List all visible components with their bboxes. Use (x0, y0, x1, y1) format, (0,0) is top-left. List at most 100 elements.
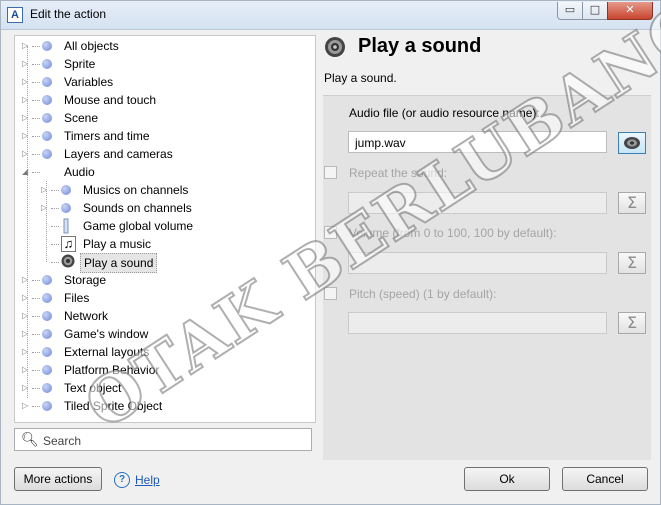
tree-connector (32, 334, 40, 335)
tree-item-label: Scene (64, 111, 99, 125)
tree-connector (32, 352, 40, 353)
tree-item[interactable]: ▷ Network (22, 307, 305, 325)
more-actions-button[interactable]: More actions (14, 467, 102, 491)
tree-item[interactable]: ▷ Layers and cameras (22, 145, 305, 163)
help-link[interactable]: Help (135, 473, 160, 487)
bullet-icon (42, 347, 52, 357)
window-title: Edit the action (30, 7, 107, 21)
maximize-icon: □ (589, 3, 601, 16)
pitch-expression-button[interactable]: Σ (618, 312, 646, 334)
tree-item[interactable]: ▷ External layouts (22, 343, 305, 361)
tree-connector (32, 370, 40, 371)
tree-item-label: Files (64, 291, 90, 305)
tree-item-label: Layers and cameras (64, 147, 173, 161)
bullet-icon (42, 401, 52, 411)
tree-connector (32, 172, 40, 173)
tree-item[interactable]: ▷ Musics on channels (41, 181, 305, 199)
sigma-icon: Σ (626, 253, 638, 272)
tree-item[interactable]: ▷ Scene (22, 109, 305, 127)
pitch-checkbox[interactable] (324, 287, 337, 300)
bullet-icon (42, 383, 52, 393)
tree-connector (46, 181, 47, 262)
tree-item[interactable]: ▷ Variables (22, 73, 305, 91)
tree-item-label: Text object (64, 381, 122, 395)
audio-file-input[interactable] (353, 133, 597, 153)
volume-expression-button[interactable]: Σ (618, 252, 646, 274)
sigma-icon: Σ (626, 313, 638, 332)
speaker-icon (61, 254, 75, 272)
title-bar[interactable]: A Edit the action ▭ □ ✕ (1, 1, 660, 30)
tree-item[interactable]: ▷ Mouse and touch (22, 91, 305, 109)
tree-connector (32, 100, 40, 101)
close-button[interactable]: ✕ (607, 2, 653, 20)
tree-connector (32, 280, 40, 281)
help-icon[interactable]: ? (114, 472, 130, 488)
tree-item-label: Platform Behavior (64, 363, 160, 377)
tree-item-label: All objects (64, 39, 119, 53)
repeat-expression-button[interactable]: Σ (618, 192, 646, 214)
tree-item-label: Game's window (64, 327, 149, 341)
tree-connector (32, 64, 40, 65)
cancel-button[interactable]: Cancel (562, 467, 648, 491)
tree-item-label: Musics on channels (83, 183, 189, 197)
tree-connector (51, 208, 59, 209)
bullet-icon (42, 59, 52, 69)
tree-item[interactable]: ▷ Timers and time (22, 127, 305, 145)
tree-item-label: Timers and time (64, 129, 150, 143)
tree-connector (32, 82, 40, 83)
bullet-icon (61, 185, 71, 195)
tree-item-label: Mouse and touch (64, 93, 157, 107)
search-icon: 🔍︎ (21, 432, 39, 448)
choose-audio-button[interactable] (618, 132, 646, 154)
tree-item[interactable]: ▷ Platform Behavior (22, 361, 305, 379)
maximize-button[interactable]: □ (582, 2, 608, 20)
tree-item-label: Network (64, 309, 109, 323)
tree-connector (32, 298, 40, 299)
repeat-field[interactable] (348, 192, 607, 214)
ok-button[interactable]: Ok (464, 467, 550, 491)
volume-field[interactable] (348, 252, 607, 274)
volume-checkbox[interactable] (324, 226, 337, 239)
tree-item[interactable]: ▷ Game's window (22, 325, 305, 343)
tree-connector (32, 154, 40, 155)
edit-action-dialog: A Edit the action ▭ □ ✕ ▷ All objects ▷ Spr… (0, 0, 661, 505)
tree-connector (51, 190, 59, 191)
tree-item[interactable]: Game global volume (41, 217, 305, 235)
tree-connector (32, 136, 40, 137)
speaker-icon (325, 37, 345, 57)
bullet-icon (42, 131, 52, 141)
tree-item[interactable]: ▷ Sounds on channels (41, 199, 305, 217)
search-input[interactable] (41, 431, 305, 450)
expand-icon[interactable]: ▷ (22, 397, 32, 415)
minimize-button[interactable]: ▭ (557, 2, 583, 20)
repeat-checkbox[interactable] (324, 166, 337, 179)
tree-connector (51, 244, 59, 245)
close-icon: ✕ (625, 3, 635, 16)
action-tree[interactable]: ▷ All objects ▷ Sprite ▷ Variables ▷ Mouse and … (14, 35, 316, 423)
bullet-icon (42, 311, 52, 321)
tree-item[interactable]: ▷ All objects (22, 37, 305, 55)
repeat-label: Repeat the sound: (349, 166, 448, 180)
pitch-label: Pitch (speed) (1 by default): (349, 287, 497, 301)
tree-item[interactable]: ♫ Play a music (41, 235, 305, 253)
tree-item[interactable]: ◢ Audio (22, 163, 305, 181)
app-icon: A (7, 7, 23, 23)
tree-item[interactable]: ▷ Tiled Sprite Object (22, 397, 305, 415)
tree-item-label: Storage (64, 273, 107, 287)
tree-item-label: Sounds on channels (83, 201, 192, 215)
tree-item[interactable]: ▷ Files (22, 289, 305, 307)
tree-item[interactable]: Play a sound (41, 253, 305, 273)
tree-connector (32, 388, 40, 389)
tree-item[interactable]: ▷ Sprite (22, 55, 305, 73)
tree-connector (32, 406, 40, 407)
audio-file-field[interactable] (348, 131, 607, 153)
tree-connector (32, 118, 40, 119)
bullet-icon (42, 293, 52, 303)
tree-item[interactable]: ▷ Text object (22, 379, 305, 397)
search-box[interactable]: 🔍︎ (14, 428, 312, 451)
tree-connector (51, 262, 59, 263)
volume-label: Volume (from 0 to 100, 100 by default): (349, 226, 557, 240)
tree-item[interactable]: ▷ Storage (22, 271, 305, 289)
tree-item-label: Variables (64, 75, 114, 89)
pitch-field[interactable] (348, 312, 607, 334)
